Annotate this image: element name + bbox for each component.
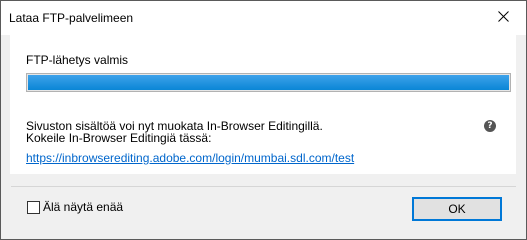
info-text: Sivuston sisältöä voi nyt muokata In-Bro… — [26, 120, 323, 144]
upload-status-label: FTP-lähetys valmis — [26, 53, 129, 67]
dialog-title: Lataa FTP-palvelimeen — [9, 11, 134, 25]
upload-progress-bar — [26, 73, 511, 92]
footer-divider — [11, 186, 516, 187]
close-icon — [498, 11, 509, 22]
content-panel: FTP-lähetys valmis Sivuston sisältöä voi… — [10, 35, 516, 174]
in-browser-editing-link[interactable]: https://inbrowserediting.adobe.com/login… — [26, 151, 354, 165]
ok-button[interactable]: OK — [412, 197, 502, 221]
dont-show-again-label[interactable]: Älä näytä enää — [43, 200, 123, 214]
close-button[interactable] — [481, 1, 526, 32]
dont-show-again-checkbox[interactable] — [27, 201, 40, 214]
progress-fill — [28, 75, 509, 90]
title-bar: Lataa FTP-palvelimeen — [1, 1, 526, 35]
dialog-window: Lataa FTP-palvelimeen FTP-lähetys valmis… — [0, 0, 527, 240]
help-icon[interactable]: ? — [484, 120, 496, 132]
info-line-2: Kokeile In-Browser Editingiä tässä: — [26, 131, 212, 145]
